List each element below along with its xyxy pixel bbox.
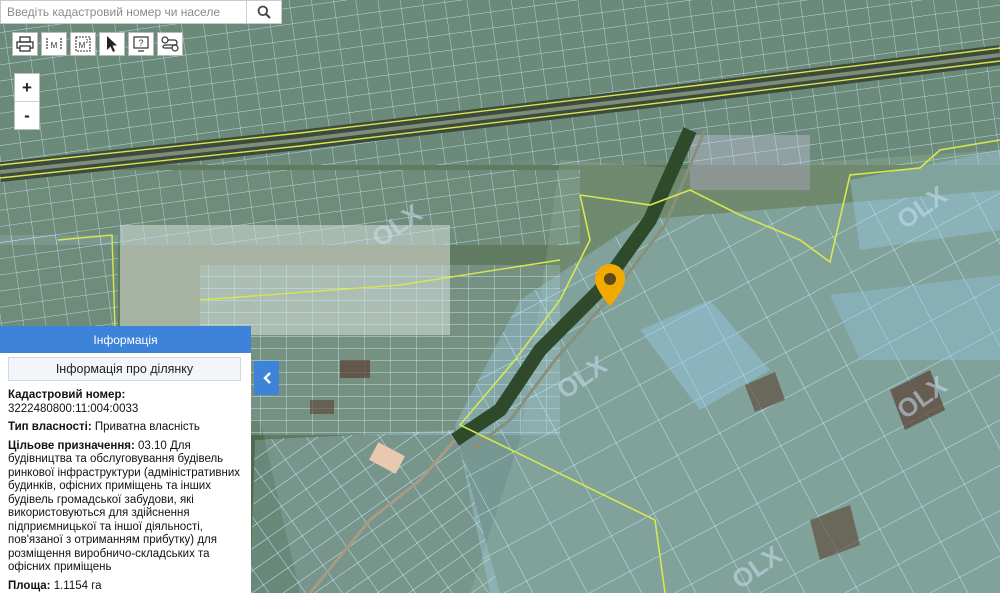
svg-text:2: 2 [86, 39, 89, 45]
search-button[interactable] [246, 1, 281, 23]
search-input[interactable] [1, 1, 246, 23]
svg-text:M: M [79, 41, 86, 50]
search-bar [0, 0, 282, 24]
collapse-panel-button[interactable] [254, 361, 279, 395]
cadastral-number-field: Кадастровий номер: 3222480800:11:004:003… [8, 389, 243, 416]
area-field: Площа: 1.1154 га [8, 580, 243, 593]
svg-text:?: ? [138, 38, 143, 48]
purpose-value: 03.10 Для будівництва та обслуговування … [8, 439, 241, 574]
purpose-label: Цільове призначення: [8, 439, 135, 452]
search-icon [257, 5, 271, 19]
select-button[interactable] [99, 32, 125, 56]
select-pointer-icon [107, 36, 117, 52]
cadastral-number-value: 3222480800:11:004:0033 [8, 402, 139, 415]
print-icon [16, 36, 34, 52]
layers-toggle-icon [161, 36, 179, 52]
ownership-label: Тип власності: [8, 421, 92, 433]
measure-area-icon: M 2 [75, 36, 91, 52]
parcel-info-title: Інформація про ділянку [8, 357, 241, 381]
layers-button[interactable] [157, 32, 183, 56]
purpose-field: Цільове призначення: 03.10 Для будівницт… [8, 440, 243, 575]
area-label: Площа: [8, 579, 51, 592]
chevron-left-icon [262, 372, 271, 384]
area-value: 1.1154 га [53, 579, 102, 592]
print-button[interactable] [12, 32, 38, 56]
map-toolbar: M M 2 ? [12, 32, 183, 56]
measure-distance-button[interactable]: M [41, 32, 67, 56]
zoom-out-button[interactable]: - [15, 101, 39, 129]
ownership-field: Тип власності: Приватна власність [8, 421, 243, 435]
parcel-details: Кадастровий номер: 3222480800:11:004:003… [0, 381, 251, 593]
ownership-value: Приватна власність [94, 421, 200, 433]
identify-icon: ? [133, 36, 149, 52]
location-pin-icon[interactable] [593, 262, 627, 308]
svg-text:M: M [51, 41, 58, 50]
cadastral-number-label: Кадастровий номер: [8, 389, 126, 401]
info-panel: Інформація Інформація про ділянку Кадаст… [0, 326, 251, 593]
measure-distance-icon: M [46, 38, 62, 50]
info-panel-header: Інформація [0, 326, 251, 353]
zoom-in-button[interactable]: + [15, 74, 39, 101]
identify-button[interactable]: ? [128, 32, 154, 56]
zoom-control: + - [14, 73, 40, 130]
measure-area-button[interactable]: M 2 [70, 32, 96, 56]
